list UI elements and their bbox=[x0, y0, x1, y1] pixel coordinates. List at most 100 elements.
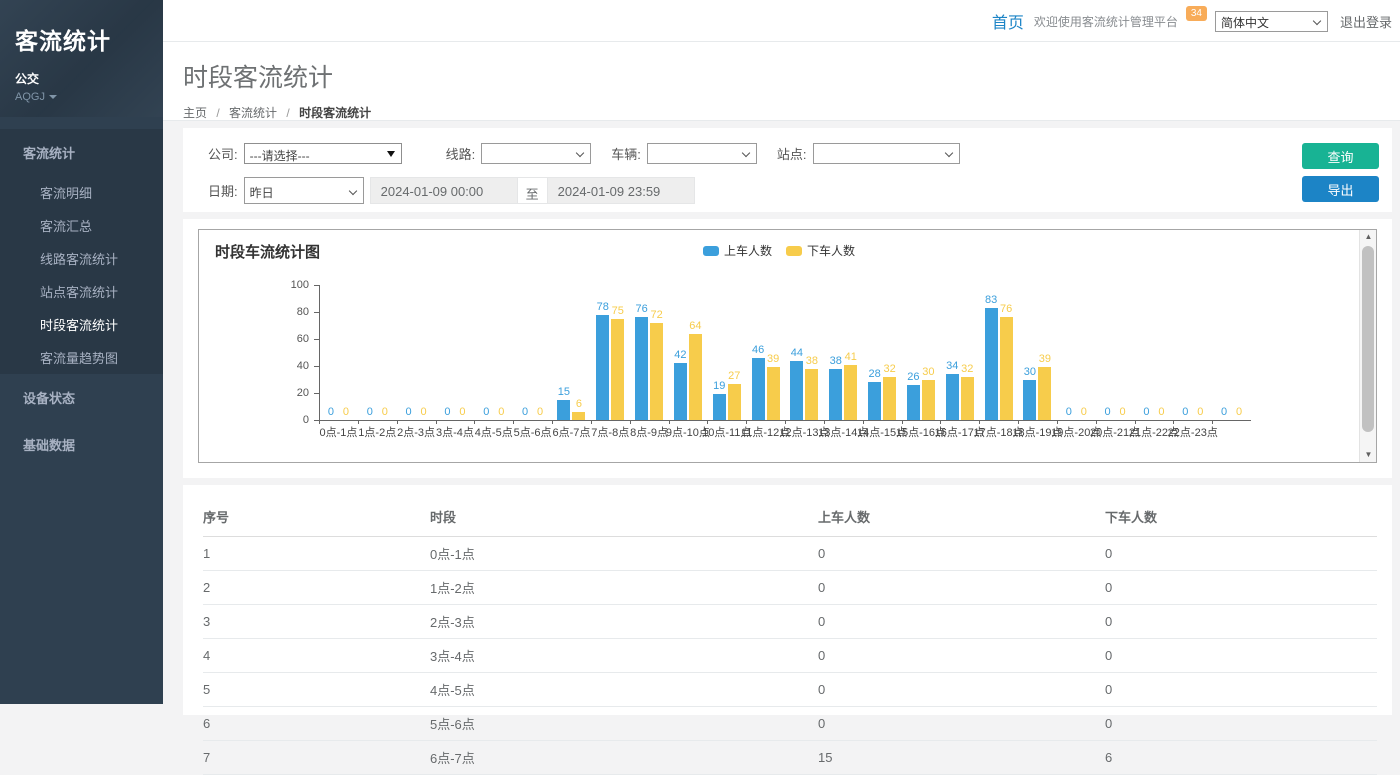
bar bbox=[961, 377, 974, 420]
org-name: 公交 bbox=[15, 70, 163, 87]
table-cell: 3点-4点 bbox=[430, 639, 818, 673]
table-cell: 6 bbox=[1105, 741, 1377, 775]
bar-value-label: 64 bbox=[689, 320, 701, 332]
sidebar-subitem[interactable]: 客流明细 bbox=[0, 176, 163, 209]
company-select[interactable]: ---请选择--- bbox=[244, 143, 402, 164]
y-tick bbox=[314, 285, 319, 286]
scroll-up-icon[interactable]: ▲ bbox=[1360, 230, 1377, 244]
app-title: 客流统计 bbox=[15, 22, 163, 56]
sidebar-subitem[interactable]: 线路客流统计 bbox=[0, 242, 163, 275]
chart-scrollbar[interactable]: ▲ ▼ bbox=[1359, 230, 1376, 462]
company-value: ---请选择--- bbox=[250, 149, 310, 163]
table-cell: 0 bbox=[1105, 707, 1377, 741]
home-link[interactable]: 首页 bbox=[992, 9, 1024, 33]
bar bbox=[883, 377, 896, 420]
table-row: 21点-2点00 bbox=[203, 571, 1377, 605]
bar-value-label: 30 bbox=[1024, 366, 1036, 378]
bar-value-label: 0 bbox=[1066, 406, 1072, 418]
sidebar-item[interactable]: 设备状态 bbox=[0, 374, 163, 421]
bar-value-label: 0 bbox=[444, 406, 450, 418]
bar-value-label: 0 bbox=[1221, 406, 1227, 418]
bar-value-label: 19 bbox=[713, 380, 725, 392]
bar-value-label: 0 bbox=[367, 406, 373, 418]
date-from-input[interactable]: 2024-01-09 00:00 bbox=[370, 177, 518, 204]
station-select[interactable] bbox=[813, 143, 960, 164]
table-cell: 0 bbox=[1105, 673, 1377, 707]
date-preset-value: 昨日 bbox=[250, 186, 274, 200]
x-category-label: 0点-1点 bbox=[319, 424, 357, 440]
breadcrumb-separator: / bbox=[286, 106, 289, 120]
date-range-separator: 至 bbox=[518, 177, 547, 204]
bar-value-label: 38 bbox=[830, 355, 842, 367]
notification-badge[interactable]: 34 bbox=[1186, 6, 1207, 21]
bar bbox=[689, 334, 702, 420]
bar-value-label: 41 bbox=[845, 351, 857, 363]
bar bbox=[557, 400, 570, 420]
sidebar-subitem[interactable]: 客流量趋势图 bbox=[0, 341, 163, 374]
table-cell: 0 bbox=[818, 707, 1105, 741]
sidebar-subitem[interactable]: 时段客流统计 bbox=[0, 308, 163, 341]
column-header: 下车人数 bbox=[1105, 499, 1377, 537]
scroll-down-icon[interactable]: ▼ bbox=[1360, 448, 1377, 462]
table-cell: 0 bbox=[818, 571, 1105, 605]
bar-value-label: 76 bbox=[1000, 303, 1012, 315]
export-button[interactable]: 导出 bbox=[1302, 176, 1379, 202]
bar bbox=[767, 367, 780, 420]
main-area: 首页 欢迎使用客流统计管理平台 34 简体中文 退出登录 时段客流统计 主页 /… bbox=[163, 0, 1400, 704]
scrollbar-thumb[interactable] bbox=[1362, 246, 1374, 432]
chevron-down-icon bbox=[576, 149, 584, 157]
y-tick-label: 100 bbox=[279, 279, 309, 291]
table-cell: 5点-6点 bbox=[430, 707, 818, 741]
vehicle-select[interactable] bbox=[647, 143, 757, 164]
bar-value-label: 39 bbox=[1039, 353, 1051, 365]
sidebar-section: 设备状态 bbox=[0, 374, 163, 421]
bar bbox=[1023, 380, 1036, 421]
bar bbox=[596, 315, 609, 420]
bar bbox=[674, 363, 687, 420]
table-cell: 4点-5点 bbox=[430, 673, 818, 707]
y-tick-label: 20 bbox=[279, 387, 309, 399]
bar-value-label: 26 bbox=[907, 371, 919, 383]
bar-value-label: 0 bbox=[522, 406, 528, 418]
bar-value-label: 0 bbox=[1182, 406, 1188, 418]
sidebar-subitem[interactable]: 站点客流统计 bbox=[0, 275, 163, 308]
breadcrumb-home[interactable]: 主页 bbox=[183, 106, 207, 120]
date-preset-select[interactable]: 昨日 bbox=[244, 177, 364, 204]
x-category-label: 8点-9点 bbox=[630, 424, 668, 440]
bar bbox=[572, 412, 585, 420]
date-to-input[interactable]: 2024-01-09 23:59 bbox=[547, 177, 695, 204]
breadcrumb-section[interactable]: 客流统计 bbox=[229, 106, 277, 120]
bar bbox=[922, 380, 935, 421]
y-tick-label: 80 bbox=[279, 306, 309, 318]
logout-link[interactable]: 退出登录 bbox=[1340, 12, 1392, 31]
sidebar-item[interactable]: 客流统计 bbox=[0, 129, 163, 176]
language-select[interactable]: 简体中文 bbox=[1215, 11, 1328, 32]
sidebar-subitem[interactable]: 客流汇总 bbox=[0, 209, 163, 242]
user-menu[interactable]: AQGJ bbox=[15, 91, 163, 103]
sidebar-nav: 客流统计客流明细客流汇总线路客流统计站点客流统计时段客流统计客流量趋势图设备状态… bbox=[0, 129, 163, 468]
company-label: 公司: bbox=[208, 144, 238, 163]
x-category-label: 1点-2点 bbox=[358, 424, 396, 440]
bar-value-label: 34 bbox=[946, 360, 958, 372]
query-button[interactable]: 查询 bbox=[1302, 143, 1379, 169]
x-category-label: 4点-5点 bbox=[475, 424, 513, 440]
bar-value-label: 76 bbox=[635, 303, 647, 315]
table-cell: 0点-1点 bbox=[430, 537, 818, 571]
bar-value-label: 38 bbox=[806, 355, 818, 367]
x-category-label: 5点-6点 bbox=[514, 424, 552, 440]
table-cell: 0 bbox=[1105, 639, 1377, 673]
bar-value-label: 44 bbox=[791, 347, 803, 359]
chart-frame: 时段车流统计图 上车人数下车人数 020406080100000点-1点001点… bbox=[198, 229, 1377, 463]
sidebar-item[interactable]: 基础数据 bbox=[0, 421, 163, 468]
bar-value-label: 0 bbox=[1120, 406, 1126, 418]
y-tick bbox=[314, 393, 319, 394]
bar bbox=[829, 369, 842, 420]
line-select[interactable] bbox=[481, 143, 591, 164]
bar bbox=[985, 308, 998, 420]
page-heading: 时段客流统计 主页 / 客流统计 / 时段客流统计 bbox=[163, 42, 1400, 121]
bar-value-label: 0 bbox=[1197, 406, 1203, 418]
sidebar-brand-block: 客流统计 公交 AQGJ bbox=[0, 0, 163, 117]
language-value: 简体中文 bbox=[1221, 16, 1269, 30]
y-axis bbox=[319, 285, 320, 420]
filter-row-1: 公司: ---请选择--- 线路: 车辆: 站点: bbox=[188, 143, 1379, 164]
